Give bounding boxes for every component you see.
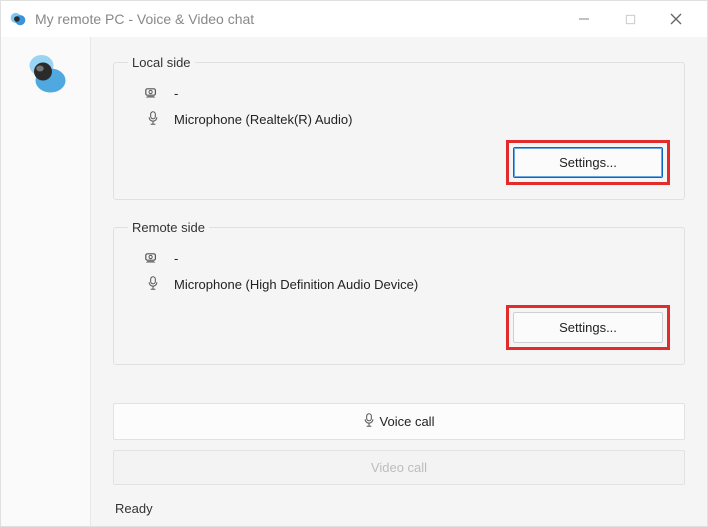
local-camera-row: -	[128, 82, 670, 107]
remote-side-group: Remote side -	[113, 220, 685, 365]
app-icon	[9, 10, 27, 28]
window-controls	[561, 3, 699, 35]
microphone-icon	[144, 111, 162, 128]
voice-chat-icon	[22, 49, 70, 100]
local-mic-label: Microphone (Realtek(R) Audio)	[174, 112, 352, 127]
highlight-box: Settings...	[506, 305, 670, 350]
remote-settings-row: Settings...	[128, 305, 670, 350]
minimize-button[interactable]	[561, 3, 607, 35]
voice-call-label: Voice call	[380, 414, 435, 429]
video-call-button[interactable]: Video call	[113, 450, 685, 485]
close-button[interactable]	[653, 3, 699, 35]
remote-camera-label: -	[174, 251, 178, 266]
window-title: My remote PC - Voice & Video chat	[35, 11, 561, 27]
webcam-icon	[144, 86, 162, 101]
microphone-icon	[144, 276, 162, 293]
sidebar	[1, 37, 91, 526]
status-bar: Ready	[113, 495, 685, 516]
remote-mic-row: Microphone (High Definition Audio Device…	[128, 272, 670, 299]
microphone-icon	[364, 413, 374, 430]
maximize-button[interactable]	[607, 3, 653, 35]
video-call-label: Video call	[371, 460, 427, 475]
voice-call-button[interactable]: Voice call	[113, 403, 685, 440]
content: Local side -	[91, 37, 707, 526]
local-settings-button[interactable]: Settings...	[513, 147, 663, 178]
local-settings-row: Settings...	[128, 140, 670, 185]
remote-mic-label: Microphone (High Definition Audio Device…	[174, 277, 418, 292]
remote-camera-row: -	[128, 247, 670, 272]
status-text: Ready	[115, 501, 153, 516]
webcam-icon	[144, 251, 162, 266]
call-buttons: Voice call Video call Ready	[113, 403, 685, 516]
titlebar: My remote PC - Voice & Video chat	[1, 1, 707, 37]
app-body: Local side -	[1, 37, 707, 526]
local-side-legend: Local side	[128, 55, 195, 70]
local-mic-row: Microphone (Realtek(R) Audio)	[128, 107, 670, 134]
local-camera-label: -	[174, 86, 178, 101]
highlight-box: Settings...	[506, 140, 670, 185]
local-side-group: Local side -	[113, 55, 685, 200]
remote-side-legend: Remote side	[128, 220, 209, 235]
remote-settings-button[interactable]: Settings...	[513, 312, 663, 343]
